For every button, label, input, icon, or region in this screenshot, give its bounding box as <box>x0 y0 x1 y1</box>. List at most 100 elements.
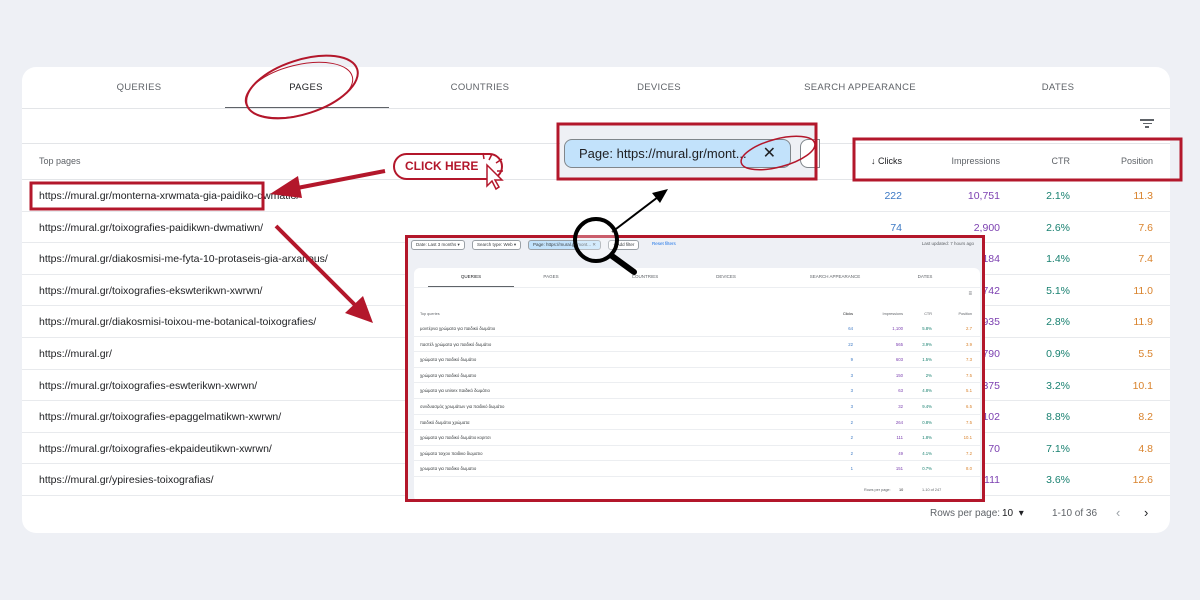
ctr-value: 1.4% <box>1046 253 1070 266</box>
add-filter-button[interactable] <box>800 139 820 168</box>
inset-col-position: Position <box>958 312 972 316</box>
inset-ctr: 5.8% <box>922 326 932 331</box>
position-value: 4.8 <box>1138 442 1153 455</box>
inset-query: χρώματα για παιδικό δωμάτιο <box>420 357 477 363</box>
ctr-value: 3.6% <box>1046 474 1070 487</box>
inset-ctr: 2% <box>925 372 932 378</box>
position-value: 11.3 <box>1133 190 1153 202</box>
inset-position: 7.5 <box>966 419 972 425</box>
inset-impressions: 150 <box>895 372 903 378</box>
clicks-value: 222 <box>884 190 902 202</box>
inset-query: συνδυασμός χρωμάτων για παιδικό δωμάτιο <box>420 404 505 409</box>
inset-clicks: 64 <box>848 326 853 331</box>
inset-table-row: χρωματα για παιδικο δωματιο 1 151 0.7% 8.0 <box>414 461 980 477</box>
tab-pages[interactable]: PAGES <box>289 67 323 108</box>
ctr-value: 2.8% <box>1046 316 1070 329</box>
col-impressions[interactable]: Impressions <box>951 156 1000 166</box>
tab-devices[interactable]: DEVICES <box>637 67 681 108</box>
inset-impressions: 151 <box>895 466 903 472</box>
ctr-value: 2.6% <box>1046 221 1070 234</box>
sort-down-arrow-icon: ↓ <box>870 156 878 166</box>
page-url[interactable]: https://mural.gr/ypiresies-toixografias/ <box>39 474 213 486</box>
next-page-icon[interactable]: › <box>1144 505 1148 520</box>
inset-reset-filters: Reset filters <box>652 241 676 246</box>
ctr-value: 2.1% <box>1046 190 1070 202</box>
page-filter-chip[interactable]: Page: https://mural.gr/mont... ✕ <box>564 139 791 168</box>
page-url[interactable]: https://mural.gr/monterna-xrwmata-gia-pa… <box>39 190 299 202</box>
inset-clicks: 22 <box>848 341 853 347</box>
divider <box>414 287 980 288</box>
click-here-callout: CLICK HERE <box>393 153 503 180</box>
dropdown-icon: ▾ <box>1018 508 1024 519</box>
ctr-value: 7.1% <box>1046 442 1070 455</box>
divider <box>22 108 1170 109</box>
inset-table-row: συνδυασμός χρωμάτων για παιδικό δωμάτιο 3… <box>414 399 980 415</box>
inset-clicks: 2 <box>850 450 853 456</box>
col-position[interactable]: Position <box>1121 156 1153 166</box>
inset-page-filter: Page: https://mural.gr/mont... ✕ <box>528 240 602 250</box>
inset-position: 6.5 <box>966 404 972 409</box>
page-url[interactable]: https://mural.gr/toixografies-epaggelmat… <box>39 411 281 423</box>
inset-ctr: 0.7% <box>922 466 932 472</box>
filter-rows-icon[interactable] <box>1140 117 1154 130</box>
page-url[interactable]: https://mural.gr/toixografies-ekpaideuti… <box>39 443 272 455</box>
col-clicks[interactable]: ↓ Clicks <box>871 156 902 166</box>
inset-tab: DATES <box>917 274 933 279</box>
inset-last-updated: Last updated: 7 hours ago <box>921 241 974 246</box>
impressions-value: 70 <box>988 442 1000 455</box>
tab-dates[interactable]: DATES <box>1042 67 1074 108</box>
inset-impressions: 49 <box>898 450 903 456</box>
page-url[interactable]: https://mural.gr/toixografies-ekswterikw… <box>39 285 262 297</box>
inset-col-impressions: Impressions <box>882 312 903 316</box>
impressions-value: 790 <box>982 348 1000 360</box>
impressions-value: 2,900 <box>973 221 1000 234</box>
prev-page-icon[interactable]: ‹ <box>1116 505 1120 520</box>
inset-table-row: χρώματα τοιχου παιδικο δωματιο 2 49 4.1% 7.2 <box>414 446 980 462</box>
inset-table-row: μοντέρνα χρώματα για παιδικό δωμάτιο 64 1,… <box>414 321 980 337</box>
inset-add-filter: + Add filter <box>608 240 640 250</box>
page-url[interactable]: https://mural.gr/toixografies-eswterikwn… <box>39 380 257 392</box>
inset-rows-value: 10 <box>899 488 904 492</box>
impressions-value: 935 <box>982 316 1000 329</box>
position-value: 8.2 <box>1138 411 1153 424</box>
impressions-value: 102 <box>982 411 1000 424</box>
inset-table-row: παιδικό δωμάτιο χρώματα 2 264 0.8% 7.5 <box>414 415 980 431</box>
position-value: 5.5 <box>1138 348 1153 360</box>
inset-filter-icon: ≡ <box>968 291 972 297</box>
inset-tab: PAGES <box>543 274 559 279</box>
close-icon[interactable]: ✕ <box>763 140 776 167</box>
inset-position: 7.2 <box>966 450 972 456</box>
inset-impressions: 111 <box>896 435 903 441</box>
impressions-value: 375 <box>982 379 1000 392</box>
inset-query: χρώματα για unisex παιδικό δωμάτιο <box>420 388 490 394</box>
tab-queries[interactable]: QUERIES <box>117 67 162 108</box>
position-value: 11.9 <box>1133 316 1153 329</box>
col-ctr[interactable]: CTR <box>1052 156 1071 166</box>
inset-date-filter: Date: Last 3 months ▾ <box>411 240 465 250</box>
inset-table-row: παστέλ χρώματα για παιδικό δωμάτιο 22 565 3… <box>414 337 980 353</box>
page-url[interactable]: https://mural.gr/diakosmisi-toixou-me-bo… <box>39 316 316 328</box>
inset-clicks: 3 <box>850 388 853 394</box>
inset-ctr: 3.9% <box>922 341 932 347</box>
inset-position: 7.5 <box>966 372 972 378</box>
inset-clicks: 1 <box>850 466 853 472</box>
impressions-value: 10,751 <box>967 190 1000 202</box>
inset-ctr: 1.8% <box>922 435 932 441</box>
page-url[interactable]: https://mural.gr/ <box>39 348 112 360</box>
position-value: 11.0 <box>1133 284 1153 297</box>
inset-clicks: 3 <box>850 372 853 378</box>
inset-ctr: 9.4% <box>922 404 932 409</box>
tab-countries[interactable]: COUNTRIES <box>451 67 510 108</box>
inset-tab: QUERIES <box>460 274 482 279</box>
inset-search-type-filter: Search type: Web ▾ <box>472 240 522 250</box>
inset-table-row: χρώματα για unisex παιδικό δωμάτιο 3 63 4.8… <box>414 383 980 399</box>
page-url[interactable]: https://mural.gr/diakosmisi-me-fyta-10-p… <box>39 253 328 265</box>
inset-table-row: χρώματα για παιδικό δωματιο 3 150 2% 7.5 <box>414 368 980 384</box>
tab-search-appearance[interactable]: SEARCH APPEARANCE <box>804 67 916 108</box>
inset-position: 7.3 <box>966 357 972 363</box>
table-row[interactable]: https://mural.gr/monterna-xrwmata-gia-pa… <box>22 180 1170 212</box>
position-value: 7.4 <box>1138 253 1153 266</box>
page-url[interactable]: https://mural.gr/toixografies-paidikwn-d… <box>39 222 263 234</box>
inset-position: 10.1 <box>963 435 972 441</box>
rows-per-page-select[interactable]: 10 ▾ <box>1002 508 1024 519</box>
